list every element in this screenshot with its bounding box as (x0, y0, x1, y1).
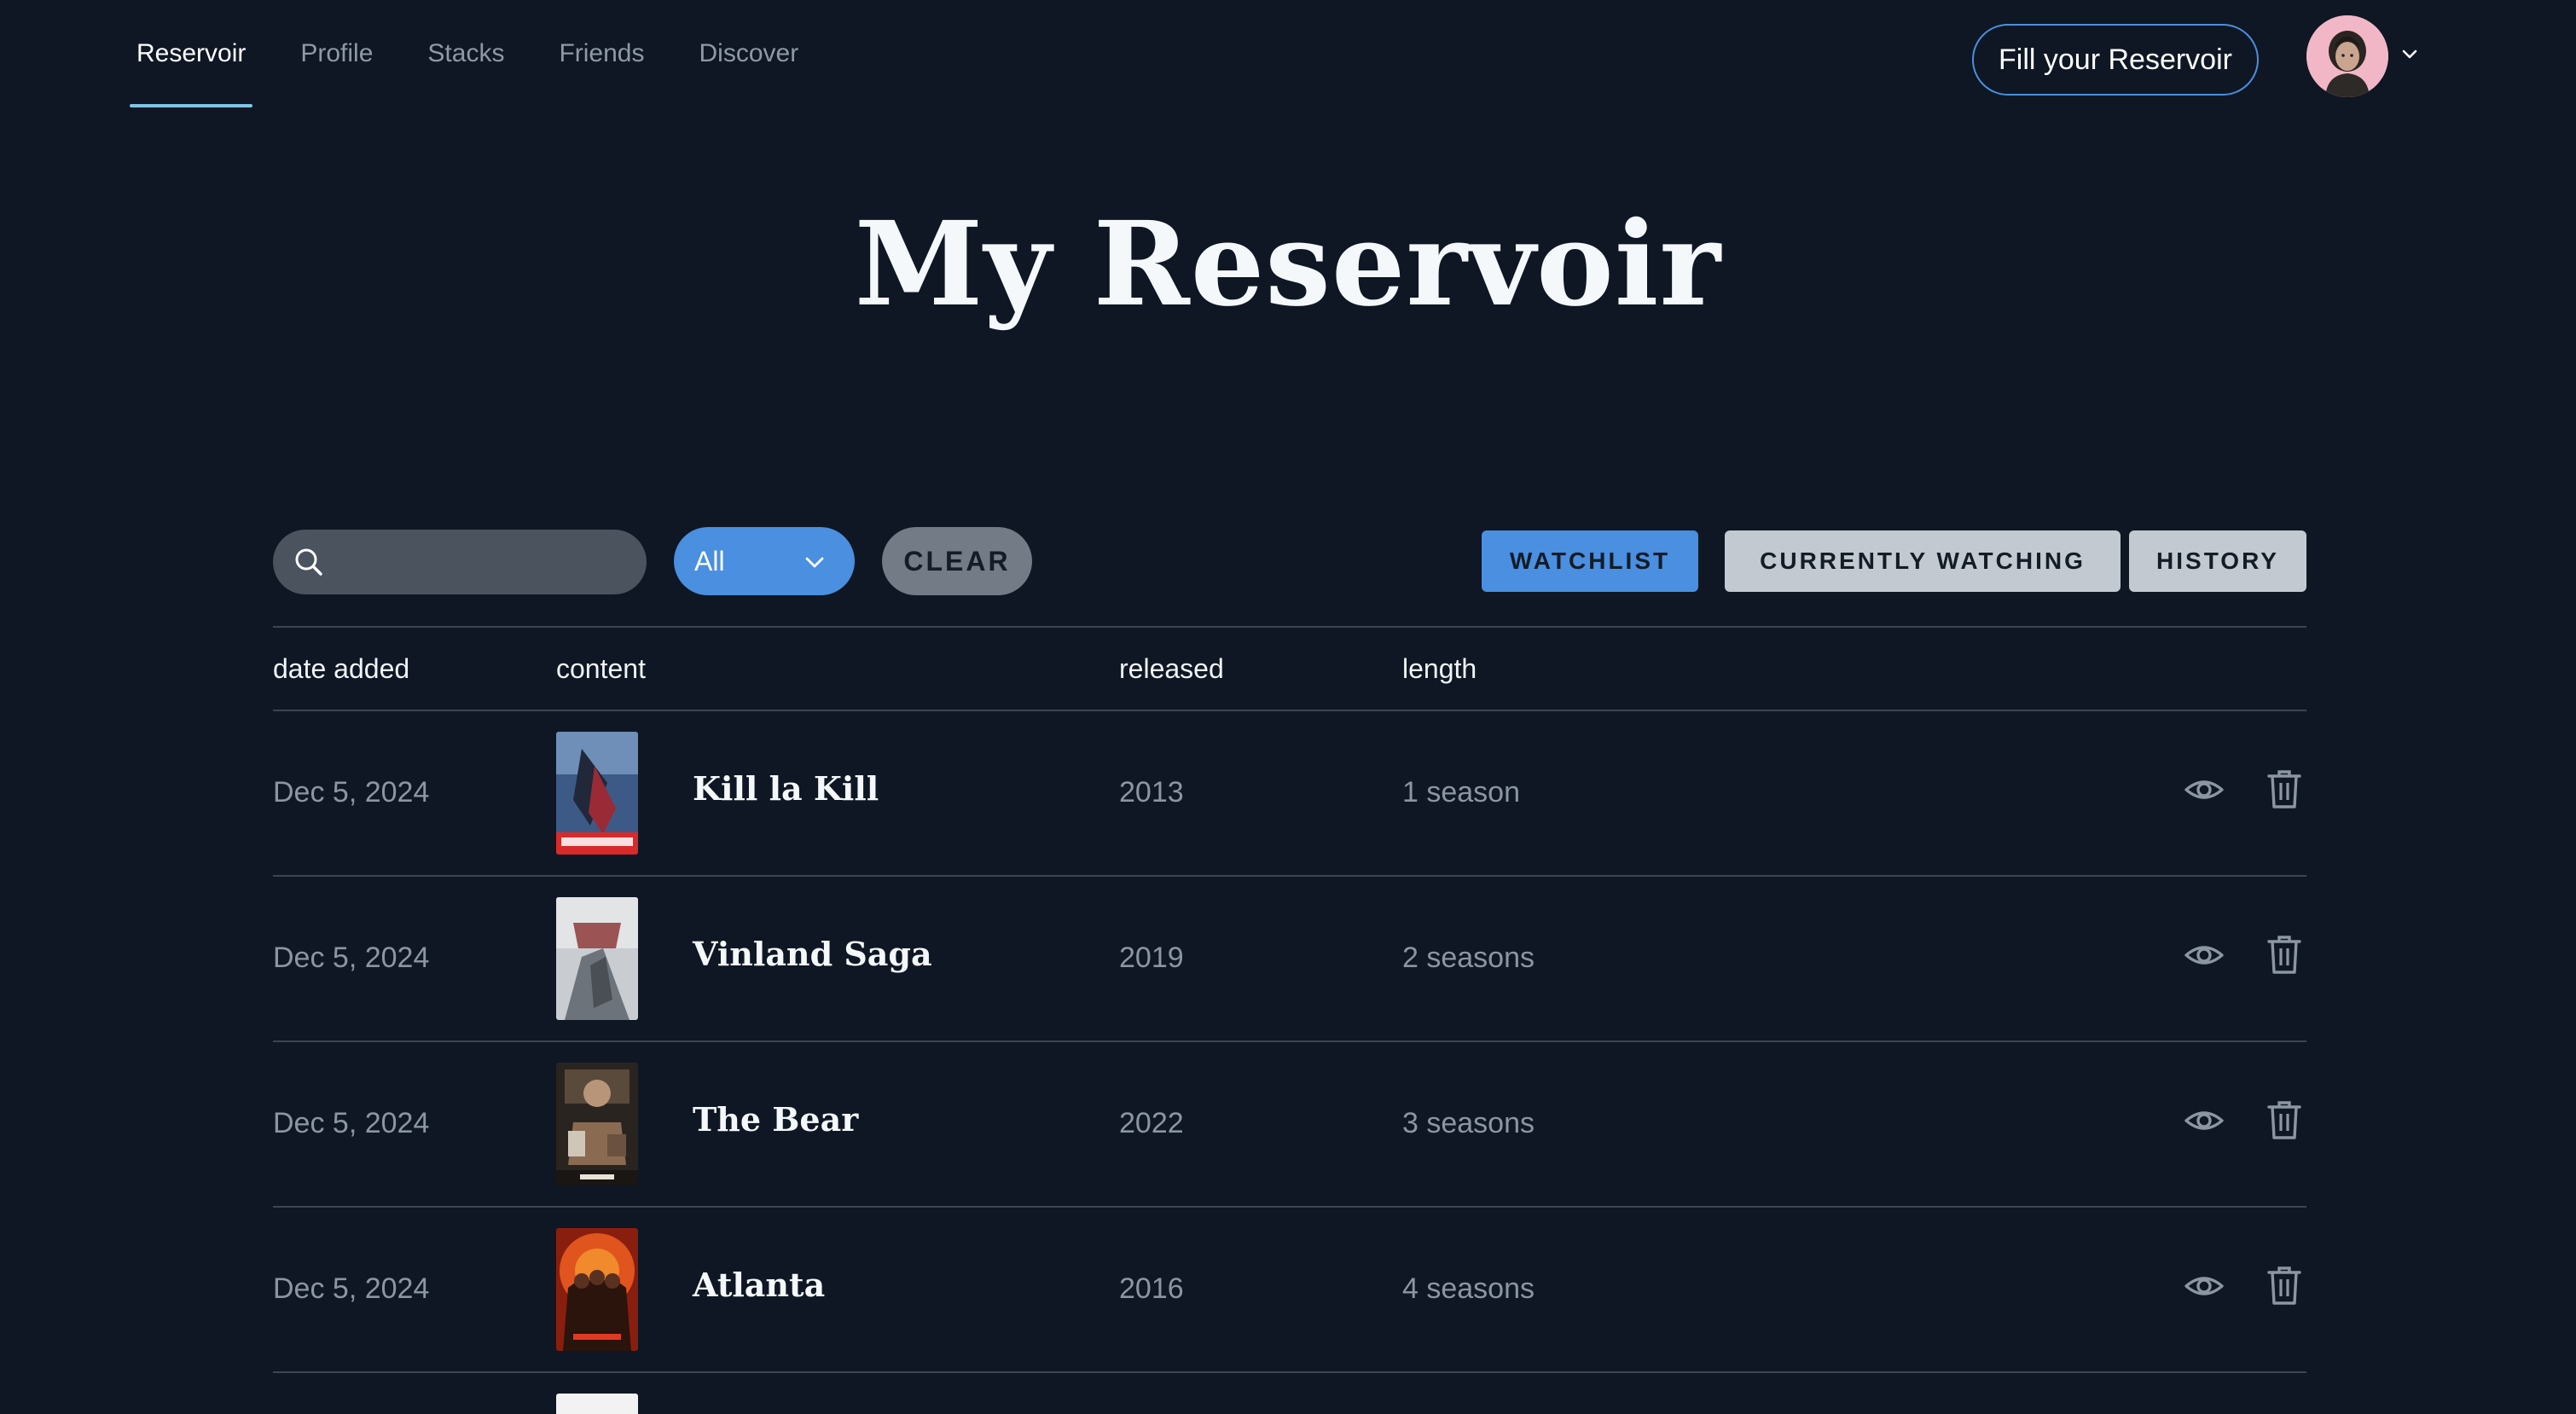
avatar[interactable] (2306, 15, 2388, 97)
poster-thumbnail[interactable] (556, 732, 638, 855)
date-added: Dec 5, 2024 (273, 942, 430, 974)
header-length[interactable]: length (1402, 653, 1477, 685)
nav-tab-stacks[interactable]: Stacks (427, 0, 504, 107)
poster-thumbnail[interactable] (556, 1228, 638, 1351)
chevron-down-icon (805, 557, 824, 568)
search-box[interactable] (273, 530, 647, 594)
account-menu-toggle[interactable] (2399, 43, 2421, 65)
eye-icon[interactable] (2184, 935, 2225, 976)
trash-icon[interactable] (2266, 933, 2303, 976)
type-filter-select[interactable]: All (674, 527, 855, 595)
content-length: 2 seasons (1402, 942, 1535, 974)
search-icon (295, 548, 322, 576)
table-row[interactable]: Dec 5, 2024 Atlanta 2016 4 seasons (273, 1208, 2306, 1373)
nav-tab-reservoir[interactable]: Reservoir (129, 0, 253, 107)
table-row[interactable]: Dec 5, 2024 The Bear 2022 3 seasons (273, 1042, 2306, 1208)
user-avatar-icon (2306, 15, 2388, 97)
top-navigation: Reservoir Profile Stacks Friends Discove… (0, 0, 2576, 111)
poster-thumbnail[interactable] (556, 1063, 638, 1185)
watchlist-tab[interactable]: WATCHLIST (1482, 530, 1698, 592)
page-title: My Reservoir (854, 196, 1722, 333)
nav-tab-profile[interactable]: Profile (300, 0, 373, 107)
content-title[interactable]: Atlanta (693, 1266, 825, 1304)
date-added: Dec 5, 2024 (273, 1107, 430, 1139)
content-length: 1 season (1402, 776, 1520, 808)
search-input[interactable] (333, 530, 631, 594)
header-content[interactable]: content (556, 653, 646, 685)
date-added: Dec 5, 2024 (273, 776, 430, 808)
content-title[interactable]: Kill la Kill (693, 769, 879, 808)
poster-image (556, 1063, 638, 1185)
nav-tab-discover[interactable]: Discover (699, 0, 799, 107)
header-date-added[interactable]: date added (273, 653, 409, 685)
type-filter-value: All (694, 545, 725, 577)
eye-icon[interactable] (2184, 1266, 2225, 1307)
table-row[interactable]: Dec 5, 2024 Kill la Kill 2013 1 season (273, 711, 2306, 877)
date-added: Dec 5, 2024 (273, 1272, 430, 1305)
content-title[interactable]: The Bear (693, 1100, 858, 1139)
content-length: 3 seasons (1402, 1107, 1535, 1139)
nav-tab-friends[interactable]: Friends (559, 0, 644, 107)
fill-reservoir-button[interactable]: Fill your Reservoir (1972, 24, 2259, 96)
release-year: 2022 (1119, 1107, 1184, 1139)
content-length: 4 seasons (1402, 1272, 1535, 1305)
filter-toolbar: All CLEAR WATCHLIST CURRENTLY WATCHING H… (273, 527, 2306, 597)
currently-watching-tab[interactable]: CURRENTLY WATCHING (1725, 530, 2121, 592)
eye-icon[interactable] (2184, 769, 2225, 810)
nav-tabs: Reservoir Profile Stacks Friends Discove… (129, 0, 853, 107)
trash-icon[interactable] (2266, 1098, 2303, 1141)
poster-image (556, 1228, 638, 1351)
release-year: 2016 (1119, 1272, 1184, 1305)
trash-icon[interactable] (2266, 768, 2303, 810)
release-year: 2013 (1119, 776, 1184, 808)
clear-button[interactable]: CLEAR (882, 527, 1032, 595)
poster-image (556, 897, 638, 1020)
history-tab[interactable]: HISTORY (2129, 530, 2306, 592)
table-row[interactable]: Dec 5, 2024 Vinland Saga 2019 2 seasons (273, 877, 2306, 1042)
poster-thumbnail[interactable] (556, 897, 638, 1020)
poster-thumbnail[interactable] (556, 1394, 638, 1414)
chevron-down-icon (2402, 49, 2417, 59)
content-title[interactable]: Vinland Saga (693, 935, 932, 973)
divider (273, 1371, 2306, 1373)
eye-icon[interactable] (2184, 1100, 2225, 1141)
trash-icon[interactable] (2266, 1264, 2303, 1307)
poster-image (556, 732, 638, 855)
release-year: 2019 (1119, 942, 1184, 974)
header-released[interactable]: released (1119, 653, 1224, 685)
table-header: date added content released length (273, 626, 2306, 711)
